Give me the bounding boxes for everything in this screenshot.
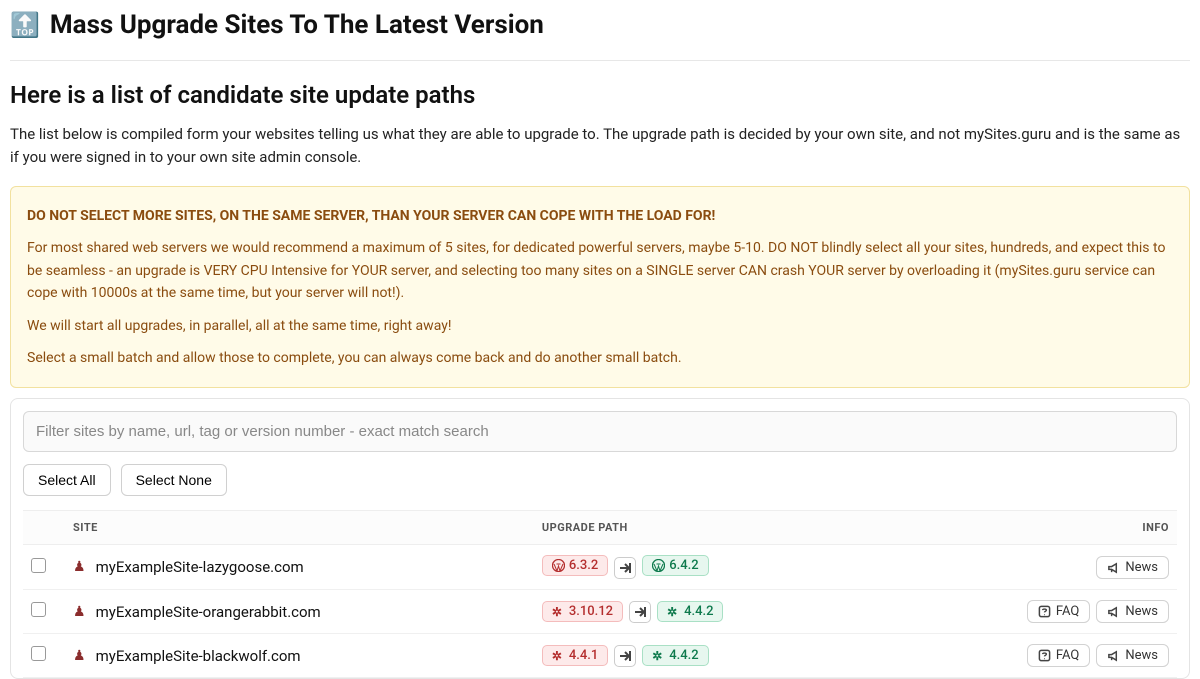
news-label: News: [1125, 560, 1158, 575]
news-button[interactable]: News: [1096, 600, 1169, 623]
page-title: Mass Upgrade Sites To The Latest Version: [50, 10, 544, 40]
section-heading: Here is a list of candidate site update …: [10, 81, 1190, 109]
faq-label: FAQ: [1056, 604, 1079, 619]
question-icon: [1038, 605, 1051, 618]
sites-table: SITE UPGRADE PATH INFO ♟ myExampleSite-la…: [23, 510, 1177, 678]
header-site: SITE: [65, 511, 534, 545]
warning-alert: DO NOT SELECT MORE SITES, ON THE SAME SE…: [10, 186, 1190, 388]
news-button[interactable]: News: [1096, 556, 1169, 579]
megaphone-icon: [1107, 649, 1120, 662]
alert-paragraph: Select a small batch and allow those to …: [27, 347, 1173, 369]
header-checkbox: [23, 511, 65, 545]
joomla-icon: ✲: [552, 649, 565, 662]
version-from-badge: 6.3.2: [542, 555, 608, 576]
header-upgrade-path: UPGRADE PATH: [534, 511, 885, 545]
faq-button[interactable]: FAQ: [1027, 644, 1090, 667]
site-name[interactable]: myExampleSite-blackwolf.com: [96, 647, 301, 665]
select-button-row: Select All Select None: [23, 464, 1177, 496]
faq-label: FAQ: [1056, 648, 1079, 663]
arrow-right-icon: [614, 557, 636, 579]
news-label: News: [1125, 604, 1158, 619]
question-icon: [1038, 649, 1051, 662]
version-from-badge: ✲ 3.10.12: [542, 601, 623, 622]
row-checkbox[interactable]: [31, 602, 46, 617]
version-to-badge: ✲ 4.4.2: [642, 645, 708, 666]
joomla-icon: ✲: [667, 605, 680, 618]
megaphone-icon: [1107, 605, 1120, 618]
site-name[interactable]: myExampleSite-orangerabbit.com: [96, 603, 321, 621]
table-row: ♟ myExampleSite-orangerabbit.com ✲ 3.10.12…: [23, 590, 1177, 634]
intro-text: The list below is compiled form your web…: [10, 123, 1190, 168]
table-row: ♟ myExampleSite-blackwolf.com ✲ 4.4.1 ✲ 4.4…: [23, 634, 1177, 678]
chess-pawn-icon: ♟: [73, 559, 86, 575]
version-from-badge: ✲ 4.4.1: [542, 645, 608, 666]
news-button[interactable]: News: [1096, 644, 1169, 667]
upgrade-icon: 🔝: [10, 11, 40, 39]
megaphone-icon: [1107, 561, 1120, 574]
table-row: ♟ myExampleSite-lazygoose.com 6.3.2 6.4.2…: [23, 545, 1177, 590]
row-checkbox[interactable]: [31, 558, 46, 573]
faq-button[interactable]: FAQ: [1027, 600, 1090, 623]
site-name[interactable]: myExampleSite-lazygoose.com: [96, 558, 304, 576]
arrow-right-icon: [614, 645, 636, 667]
wordpress-icon: [652, 559, 665, 572]
arrow-right-icon: [629, 601, 651, 623]
alert-paragraph: We will start all upgrades, in parallel,…: [27, 315, 1173, 337]
alert-paragraph: For most shared web servers we would rec…: [27, 237, 1173, 304]
joomla-icon: ✲: [552, 605, 565, 618]
sites-panel: Select All Select None SITE UPGRADE PATH…: [10, 398, 1190, 679]
row-checkbox[interactable]: [31, 646, 46, 661]
news-label: News: [1125, 648, 1158, 663]
header-info: INFO: [885, 511, 1177, 545]
version-to-badge: ✲ 4.4.2: [657, 601, 723, 622]
version-to-badge: 6.4.2: [642, 555, 708, 576]
select-none-button[interactable]: Select None: [121, 464, 227, 496]
wordpress-icon: [552, 559, 565, 572]
page-title-row: 🔝 Mass Upgrade Sites To The Latest Versi…: [10, 10, 1190, 40]
divider: [10, 60, 1190, 61]
joomla-icon: ✲: [652, 649, 665, 662]
alert-headline: DO NOT SELECT MORE SITES, ON THE SAME SE…: [27, 205, 1173, 227]
chess-pawn-icon: ♟: [73, 648, 86, 664]
filter-input[interactable]: [23, 411, 1177, 452]
chess-pawn-icon: ♟: [73, 604, 86, 620]
select-all-button[interactable]: Select All: [23, 464, 111, 496]
